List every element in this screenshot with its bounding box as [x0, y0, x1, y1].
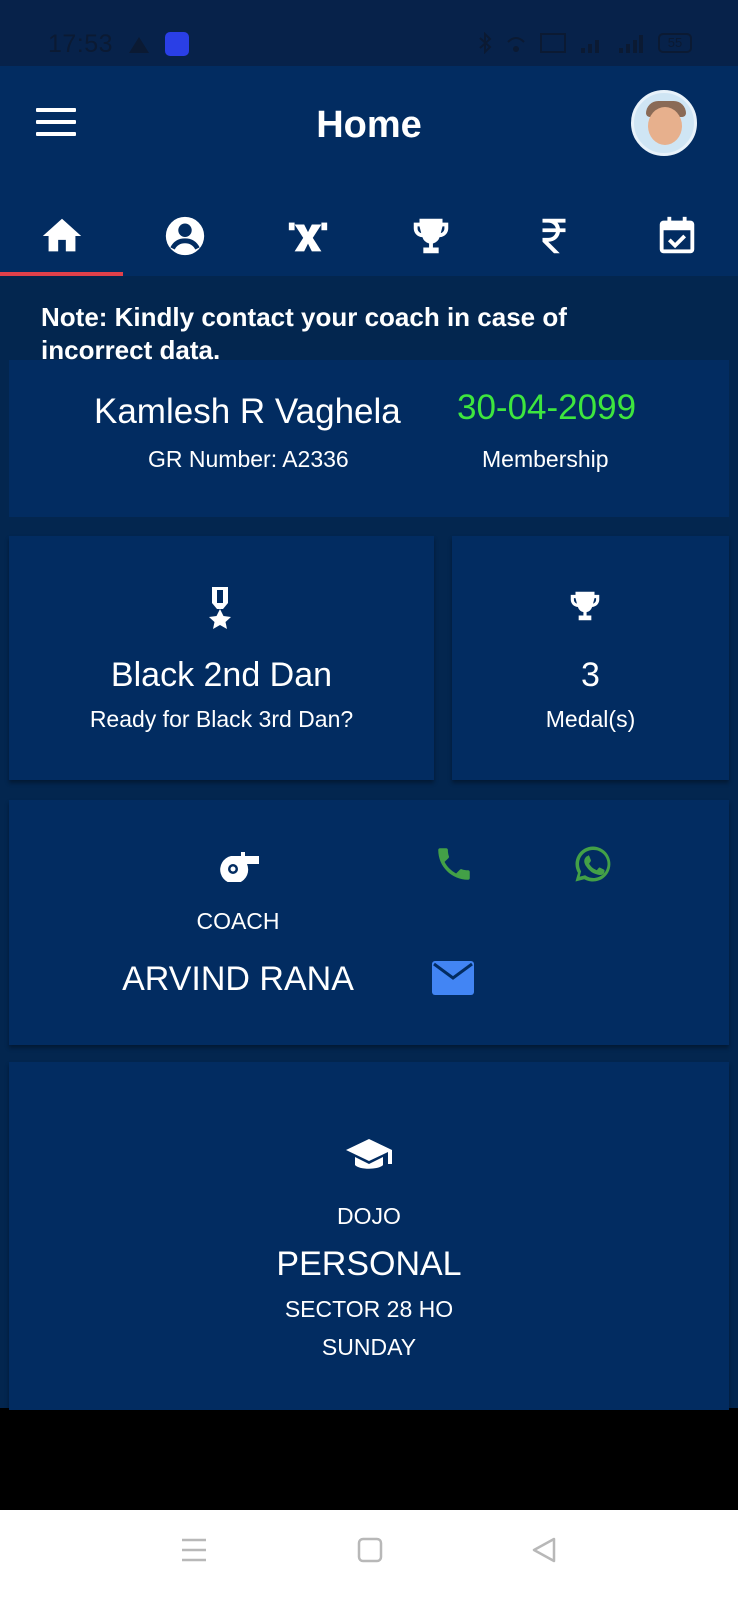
exercise-icon	[288, 222, 327, 252]
belt-title: Black 2nd Dan	[110, 656, 333, 694]
profile-avatar[interactable]	[631, 90, 697, 156]
status-bar: 17:53 55	[0, 0, 738, 66]
tab-profile[interactable]	[123, 196, 246, 276]
wifi-icon	[507, 37, 525, 52]
app-notification-icon	[165, 32, 189, 56]
signal-icon	[581, 40, 599, 53]
dojo-day: SUNDAY	[321, 1334, 417, 1360]
coach-label: COACH	[196, 908, 280, 934]
volte-icon	[540, 33, 566, 53]
rupee-icon	[542, 218, 565, 254]
dojo-name: PERSONAL	[276, 1245, 462, 1283]
gr-number: GR Number: A2336	[148, 446, 349, 472]
whatsapp-icon[interactable]	[572, 843, 614, 885]
member-card	[9, 360, 729, 517]
tab-home[interactable]	[0, 196, 123, 276]
whistle-icon	[220, 852, 259, 882]
warning-icon	[129, 37, 149, 53]
battery-icon: 55	[658, 33, 692, 53]
medal-ribbon-icon	[209, 587, 231, 629]
phone-icon[interactable]	[433, 843, 475, 885]
profile-icon	[165, 216, 204, 256]
membership-label: Membership	[482, 446, 609, 472]
home-icon	[42, 218, 81, 252]
dojo-location: SECTOR 28 HO	[284, 1296, 454, 1322]
membership-expiry-date: 30-04-2099	[457, 388, 637, 427]
belt-subtitle: Ready for Black 3rd Dan?	[89, 706, 354, 732]
note-text: Note: Kindly contact your coach in case …	[41, 302, 567, 365]
status-icons: 55	[478, 32, 692, 54]
member-name: Kamlesh R Vaghela	[94, 392, 401, 431]
bluetooth-icon	[479, 32, 492, 54]
medals-label: Medal(s)	[545, 706, 636, 732]
trophy-icon	[413, 218, 448, 254]
recent-apps-icon[interactable]	[180, 1536, 208, 1564]
tab-exercise[interactable]	[246, 196, 369, 276]
page-title: Home	[316, 104, 422, 146]
tab-bar	[0, 196, 738, 276]
tab-achievements[interactable]	[369, 196, 492, 276]
dojo-label: DOJO	[337, 1203, 401, 1229]
coach-card	[9, 800, 729, 1045]
calendar-check-icon	[659, 216, 694, 254]
back-icon[interactable]	[530, 1536, 558, 1564]
email-icon[interactable]	[431, 960, 475, 996]
trophy-icon	[570, 591, 600, 621]
graduation-cap-icon	[346, 1139, 392, 1169]
coach-name: ARVIND RANA	[122, 960, 354, 998]
status-time: 17:53	[48, 30, 114, 58]
tab-attendance[interactable]	[615, 196, 738, 276]
home-square-icon[interactable]	[356, 1536, 384, 1564]
tab-fees[interactable]	[492, 196, 615, 276]
signal-icon	[619, 35, 643, 53]
medal-count: 3	[581, 656, 600, 694]
